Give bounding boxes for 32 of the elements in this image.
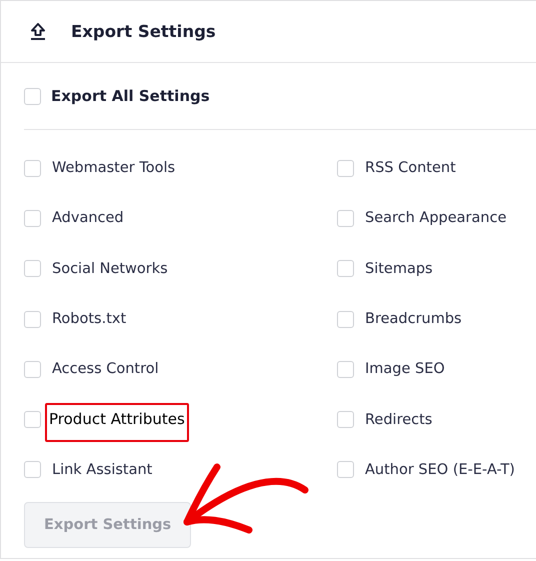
checkbox-label: Access Control xyxy=(52,361,159,378)
checkbox[interactable] xyxy=(24,88,41,104)
checkbox-label: Breadcrumbs xyxy=(365,311,462,328)
checkbox[interactable] xyxy=(337,160,354,177)
checkbox[interactable] xyxy=(24,210,41,227)
checkbox[interactable] xyxy=(24,260,41,278)
checkbox-label: Webmaster Tools xyxy=(52,160,176,176)
checkbox-label: Search Appearance xyxy=(365,210,506,226)
checkbox-label: Export All Settings xyxy=(51,87,210,105)
checkbox-label: Image SEO xyxy=(365,361,445,378)
checkbox[interactable] xyxy=(337,310,354,328)
checkbox[interactable] xyxy=(24,160,41,177)
checkbox[interactable] xyxy=(337,411,354,428)
checkbox-label: Sitemaps xyxy=(365,260,433,277)
checkbox[interactable] xyxy=(24,411,41,428)
checkbox[interactable] xyxy=(24,461,41,478)
checkbox[interactable] xyxy=(24,360,41,378)
upload-icon xyxy=(30,22,46,40)
section-title: Export Settings xyxy=(71,22,216,41)
checkbox[interactable] xyxy=(337,210,354,227)
checkbox-label: Author SEO (E-E-A-T) xyxy=(365,462,515,478)
checkbox-label: Link Assistant xyxy=(52,462,152,478)
checkbox-label: Social Networks xyxy=(52,260,168,277)
checkbox[interactable] xyxy=(24,310,41,328)
checkbox-label: Robots.txt xyxy=(52,311,126,328)
checkbox[interactable] xyxy=(337,260,354,278)
checkbox-label: Redirects xyxy=(365,412,432,428)
checkbox[interactable] xyxy=(337,461,354,478)
checkbox-label: Product Attributes xyxy=(49,410,185,428)
checkbox[interactable] xyxy=(337,360,354,378)
checkbox-label: RSS Content xyxy=(365,160,456,176)
checkbox-label: Advanced xyxy=(52,210,124,226)
